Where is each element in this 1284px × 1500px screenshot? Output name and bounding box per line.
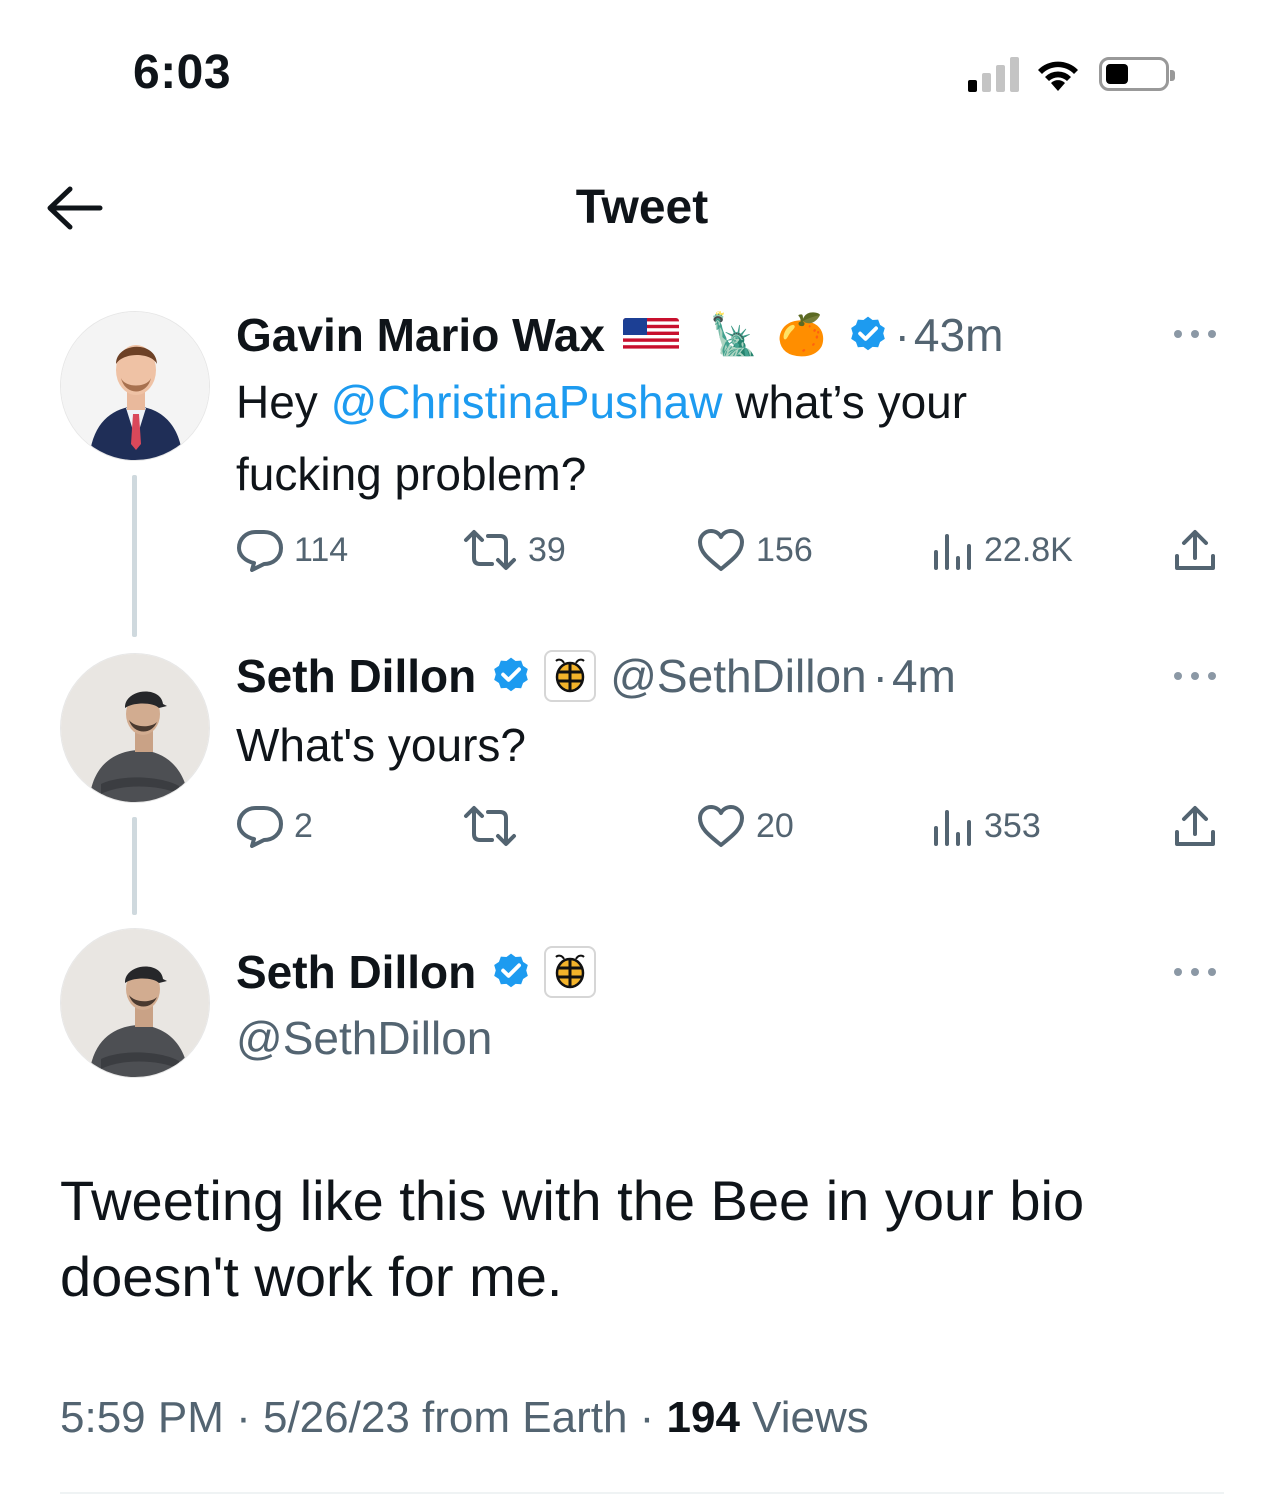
- battery-icon: [1099, 57, 1175, 91]
- status-icons: [968, 52, 1175, 96]
- retweet-icon: [464, 530, 516, 570]
- reply-count: 114: [294, 530, 349, 569]
- orange-icon: 🍊: [776, 313, 827, 357]
- tweet-text-line: Hey @ChristinaPushaw what’s your: [236, 371, 967, 433]
- focused-tweet-text: Tweeting like this with the Bee in your …: [60, 1169, 1085, 1308]
- wifi-icon: [1038, 61, 1078, 91]
- tweet-time[interactable]: 5:59 PM: [60, 1393, 224, 1442]
- views-count[interactable]: 194: [667, 1393, 740, 1442]
- reply-count: 2: [294, 806, 313, 845]
- tweet-text-line-2: fucking problem?: [236, 448, 587, 500]
- reply-icon: [237, 806, 283, 848]
- views-button[interactable]: 353: [930, 804, 1041, 848]
- like-count: 156: [756, 530, 813, 569]
- retweet-count: 39: [528, 530, 566, 569]
- avatar-seth-dillon[interactable]: [60, 928, 210, 1078]
- user-handle[interactable]: @SethDillon: [236, 1011, 492, 1065]
- avatar-gavin-mario-wax[interactable]: [60, 311, 210, 461]
- verified-badge-icon: [494, 953, 529, 988]
- tweet-date[interactable]: 5/26/23: [263, 1393, 410, 1442]
- reply-button[interactable]: 2: [236, 804, 313, 848]
- separator: ·: [894, 309, 910, 361]
- like-button[interactable]: 156: [696, 528, 813, 572]
- tweet-2-header: Seth Dillon @SethDillon · 4m: [236, 646, 956, 706]
- heart-icon: [698, 805, 744, 847]
- tweet-text-suffix: what’s your: [722, 376, 968, 428]
- thread-line: [132, 475, 137, 637]
- tweet-text-prefix: Hey: [236, 376, 331, 428]
- page-title: Tweet: [575, 181, 709, 234]
- divider: [60, 1492, 1224, 1494]
- focused-tweet-handle-row: @SethDillon: [236, 1010, 492, 1066]
- views-count: 22.8K: [984, 530, 1073, 569]
- focused-tweet-header: Seth Dillon: [236, 942, 597, 1002]
- meta-separator: ·: [627, 1393, 667, 1442]
- thread-line: [132, 817, 137, 915]
- reply-icon: [237, 530, 283, 572]
- mention-link[interactable]: @ChristinaPushaw: [331, 376, 723, 428]
- statue-of-liberty-icon: 🗽: [708, 313, 759, 357]
- retweet-button[interactable]: [462, 804, 528, 848]
- separator: ·: [872, 650, 888, 702]
- meta-separator: ·: [223, 1393, 263, 1442]
- display-name[interactable]: Gavin Mario Wax: [236, 308, 605, 362]
- share-icon: [1175, 806, 1215, 846]
- more-options-icon[interactable]: [1172, 328, 1218, 340]
- like-count: 20: [756, 806, 794, 845]
- more-options-icon[interactable]: [1172, 670, 1218, 682]
- retweet-icon: [464, 806, 516, 846]
- views-count: 353: [984, 806, 1041, 845]
- retweet-button[interactable]: 39: [462, 528, 566, 572]
- status-time: 6:03: [133, 46, 232, 99]
- tweet-metadata: 5:59 PM · 5/26/23 from Earth · 194 Views: [60, 1393, 869, 1443]
- cellular-signal-icon: [968, 56, 1019, 92]
- verified-badge-icon: [494, 657, 529, 692]
- tweet-timestamp[interactable]: 4m: [892, 649, 956, 703]
- like-button[interactable]: 20: [696, 804, 794, 848]
- flag-usa-icon: [622, 318, 679, 352]
- tweet-1-text: Hey @ChristinaPushaw what’s your fucking…: [236, 371, 967, 505]
- analytics-icon: [934, 534, 971, 570]
- analytics-icon: [934, 810, 971, 846]
- share-button[interactable]: [1172, 528, 1218, 574]
- views-label: Views: [739, 1393, 869, 1442]
- user-handle[interactable]: @SethDillon: [610, 649, 866, 703]
- display-name[interactable]: Seth Dillon: [236, 649, 476, 703]
- display-name[interactable]: Seth Dillon: [236, 945, 476, 999]
- tweet-timestamp[interactable]: 43m: [914, 308, 1003, 362]
- babylon-bee-badge-icon[interactable]: [544, 650, 597, 702]
- views-button[interactable]: 22.8K: [930, 528, 1073, 572]
- heart-icon: [698, 529, 744, 571]
- verified-badge-icon: [850, 316, 885, 351]
- reply-button[interactable]: 114: [236, 528, 348, 572]
- tweet-source: from Earth: [409, 1393, 628, 1442]
- share-button[interactable]: [1172, 804, 1218, 850]
- babylon-bee-badge-icon[interactable]: [544, 946, 597, 998]
- more-options-icon[interactable]: [1172, 966, 1218, 978]
- avatar-seth-dillon[interactable]: [60, 653, 210, 803]
- share-icon: [1175, 530, 1215, 570]
- tweet-1-header: Gavin Mario Wax 🗽 🍊 · 43m: [236, 305, 1003, 365]
- tweet-2-text: What's yours?: [236, 719, 526, 771]
